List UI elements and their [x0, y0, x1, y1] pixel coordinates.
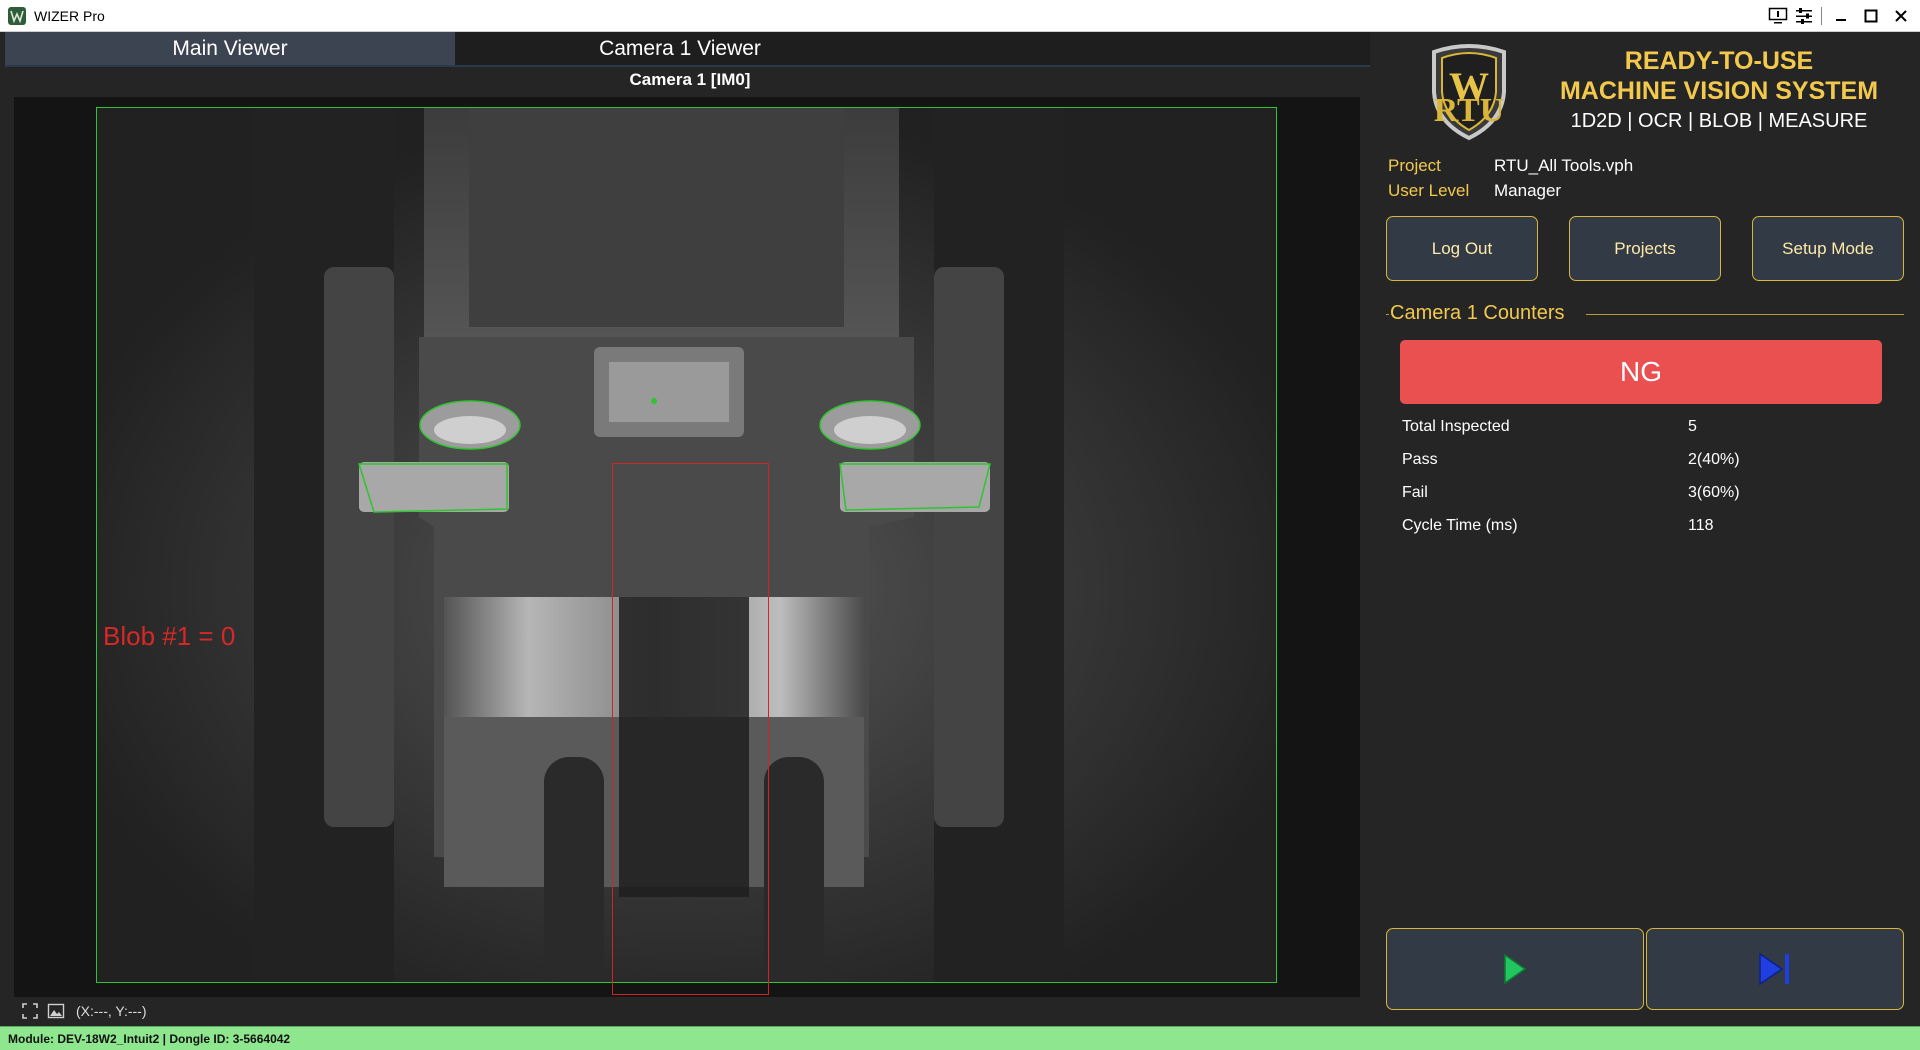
app-logo-icon: [8, 6, 26, 25]
counter-row-fail: Fail 3(60%): [1402, 484, 1882, 502]
brand-headline: READY-TO-USE MACHINE VISION SYSTEM: [1534, 46, 1904, 106]
image-icon[interactable]: [46, 1001, 66, 1021]
user-level-label: User Level: [1388, 181, 1470, 200]
logout-button[interactable]: Log Out: [1386, 216, 1538, 281]
counter-label: Total Inspected: [1402, 418, 1510, 435]
tab-main-viewer[interactable]: Main Viewer: [5, 32, 455, 65]
counter-row-total: Total Inspected 5: [1402, 418, 1882, 436]
project-value: RTU_All Tools.vph: [1494, 156, 1634, 175]
settings-sliders-icon[interactable]: [1791, 2, 1817, 30]
section-divider-left: [1386, 314, 1389, 315]
inspection-result-banner: NG: [1400, 340, 1882, 404]
camera-image-view[interactable]: Blob #1 = 0: [14, 97, 1360, 997]
headline-line-1: READY-TO-USE: [1624, 47, 1814, 75]
counter-row-pass: Pass 2(40%): [1402, 451, 1882, 469]
counter-value: 5: [1688, 418, 1697, 435]
step-button[interactable]: [1646, 928, 1904, 1010]
section-divider: [1586, 314, 1904, 315]
monitor-info-icon[interactable]: [1765, 2, 1791, 30]
module-dongle-info: Module: DEV-18W2_Intuit2 | Dongle ID: 3-…: [8, 1031, 291, 1046]
window-controls: [1765, 0, 1916, 32]
counter-label: Cycle Time (ms): [1402, 517, 1518, 534]
logo-text: RTU: [1433, 92, 1505, 129]
control-panel: W RTU READY-TO-USE MACHINE VISION SYSTEM…: [1370, 32, 1920, 1026]
viewer-tabs: Main Viewer Camera 1 Viewer: [5, 32, 1370, 67]
fit-view-icon[interactable]: [20, 1001, 40, 1021]
blob-roi-red: [612, 463, 769, 995]
close-icon[interactable]: [1886, 2, 1916, 30]
blob-result-label: Blob #1 = 0: [103, 621, 236, 651]
title-separator: [1821, 7, 1822, 25]
status-bar: Module: DEV-18W2_Intuit2 | Dongle ID: 3-…: [0, 1026, 1920, 1050]
counter-value: 2(40%): [1688, 451, 1740, 468]
counter-label: Pass: [1402, 451, 1438, 468]
run-button[interactable]: [1386, 928, 1644, 1010]
user-level-value: Manager: [1494, 181, 1562, 200]
counter-row-cycle-time: Cycle Time (ms) 118: [1402, 517, 1882, 535]
counter-label: Fail: [1402, 484, 1428, 501]
projects-button[interactable]: Projects: [1569, 216, 1721, 281]
counter-value: 3(60%): [1688, 484, 1740, 501]
minimize-icon[interactable]: [1826, 2, 1856, 30]
headline-line-2: MACHINE VISION SYSTEM: [1559, 77, 1879, 105]
project-row: Project RTU_All Tools.vph: [1388, 156, 1633, 176]
viewer-title: Camera 1 [IM0]: [629, 70, 751, 89]
tool-list: 1D2D | OCR | BLOB | MEASURE: [1570, 110, 1868, 132]
project-label: Project: [1388, 156, 1441, 175]
counter-value: 118: [1688, 517, 1714, 534]
coordinate-bar: (X:---, Y:---): [14, 998, 1360, 1024]
counters-section-title: Camera 1 Counters: [1390, 302, 1565, 324]
setup-mode-button[interactable]: Setup Mode: [1752, 216, 1904, 281]
step-forward-icon: [1759, 952, 1789, 986]
coordinate-readout: (X:---, Y:---): [76, 1003, 147, 1019]
tab-camera-1-viewer[interactable]: Camera 1 Viewer: [455, 32, 905, 65]
maximize-icon[interactable]: [1856, 2, 1886, 30]
play-icon: [1504, 953, 1527, 985]
window-title: WIZER Pro: [34, 7, 105, 24]
title-bar: WIZER Pro: [0, 0, 1920, 32]
user-level-row: User Level Manager: [1388, 181, 1561, 201]
